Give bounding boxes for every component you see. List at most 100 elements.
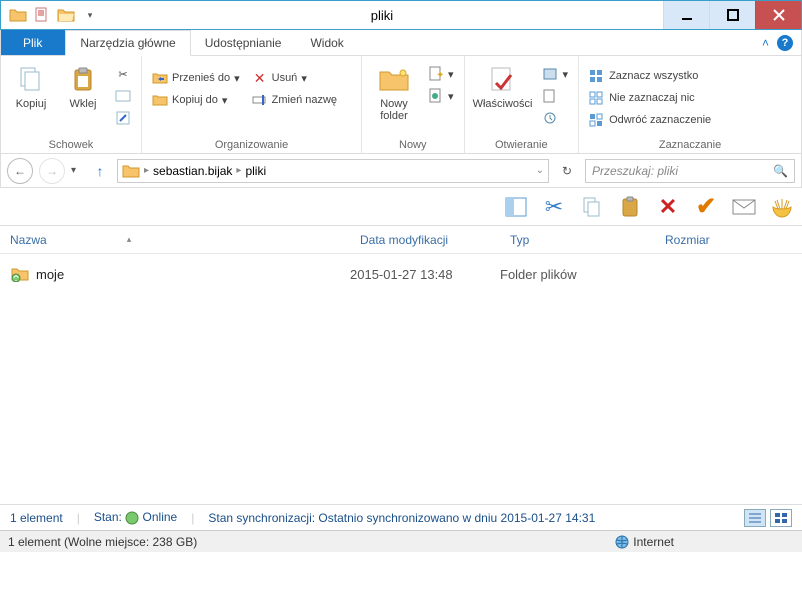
check-icon[interactable]: ✔ [694,195,718,219]
window-controls [663,1,801,29]
edit-icon [543,88,559,104]
file-date: 2015-01-27 13:48 [350,267,500,282]
rename-button[interactable]: Zmień nazwę [248,90,341,110]
file-row[interactable]: moje 2015-01-27 13:48 Folder plików [10,262,792,286]
icons-view-button[interactable] [770,509,792,527]
close-button[interactable] [755,1,801,29]
rename-icon [252,92,268,108]
crumb-current[interactable]: pliki [245,164,266,178]
address-bar: ← → ▾ ↑ ▸ sebastian.bijak ▸ pliki ⌄ ↻ Pr… [0,154,802,188]
invert-icon [589,112,605,128]
ribbon-tabs: Plik Narzędzia główne Udostępnianie Wido… [0,30,802,56]
paste-button[interactable]: Wklej [59,60,107,110]
tab-share[interactable]: Udostępnianie [191,30,297,55]
scissors-icon: ✂ [115,66,131,82]
sort-asc-icon: ▴ [127,234,132,245]
open-folder-icon[interactable] [55,4,77,26]
copy-button[interactable]: Kopiuj [7,60,55,110]
panes-icon[interactable] [504,195,528,219]
paste-shortcut-button[interactable] [111,108,135,128]
select-all-icon [589,68,605,84]
quick-access-toolbar: ▾ [1,4,101,26]
easy-access-icon [428,88,444,104]
edit-button[interactable] [539,86,573,106]
help-icon[interactable]: ? [777,35,793,51]
ribbon: Kopiuj Wklej ✂ Schowek Przenieś do ▾ Kop… [0,56,802,154]
properties-check-icon [487,64,519,96]
minimize-button[interactable] [663,1,709,29]
tab-home[interactable]: Narzędzia główne [65,30,190,56]
state-block: Stan: Online [94,510,177,525]
new-folder-button[interactable]: Nowy folder [368,60,420,122]
view-toggles [744,509,792,527]
invert-selection-button[interactable]: Odwróć zaznaczenie [585,110,715,130]
collapse-ribbon-icon[interactable]: ˄ [762,36,769,50]
crumb-parent[interactable]: sebastian.bijak [153,164,232,178]
status-bar-bottom: 1 element (Wolne miejsce: 238 GB) Intern… [0,530,802,552]
properties-icon[interactable] [31,4,53,26]
path-icon [115,88,131,104]
refresh-button[interactable]: ↻ [555,159,579,183]
ribbon-group-organize: Przenieś do ▾ Kopiuj do ▾ ✕Usuń ▾ Zmień … [142,56,362,153]
up-button[interactable]: ↑ [89,160,111,182]
details-view-button[interactable] [744,509,766,527]
copy-to-icon [152,92,168,108]
delete-x-icon[interactable]: ✕ [656,195,680,219]
file-name: moje [36,267,350,282]
secondary-toolbar: ✂ ✕ ✔ [0,188,802,226]
paste-icon [67,64,99,96]
history-dropdown[interactable]: ▾ [71,165,83,176]
open-button[interactable]: ▾ [539,64,573,84]
forward-button[interactable]: → [39,158,65,184]
column-name[interactable]: Nazwa▴ [0,226,350,253]
properties-button[interactable]: Właściwości [471,60,535,110]
chevron-right-icon[interactable]: ▸ [144,165,149,176]
back-button[interactable]: ← [7,158,33,184]
breadcrumb-dropdown-icon[interactable]: ⌄ [536,165,544,176]
ribbon-group-clipboard: Kopiuj Wklej ✂ Schowek [1,56,142,153]
column-date[interactable]: Data modyfikacji [350,226,500,253]
folder-glyph-icon [122,163,140,179]
folder-icon[interactable] [7,4,29,26]
new-item-icon: ✦ [428,66,444,82]
copy-to-button[interactable]: Kopiuj do ▾ [148,90,244,110]
tab-file[interactable]: Plik [1,30,65,55]
cut-icon[interactable]: ✂ [542,195,566,219]
search-placeholder: Przeszukaj: pliki [592,164,678,178]
breadcrumb[interactable]: ▸ sebastian.bijak ▸ pliki ⌄ [117,159,549,183]
move-icon [152,70,168,86]
new-item-button[interactable]: ✦▾ [424,64,458,84]
move-to-button[interactable]: Przenieś do ▾ [148,68,244,88]
column-type[interactable]: Typ [500,226,655,253]
status-bar: 1 element | Stan: Online | Stan synchron… [0,504,802,530]
open-icon [543,66,559,82]
select-all-button[interactable]: Zaznacz wszystko [585,66,715,86]
easy-access-button[interactable]: ▾ [424,86,458,106]
copy-path-button[interactable] [111,86,135,106]
copy-small-icon[interactable] [580,195,604,219]
maximize-button[interactable] [709,1,755,29]
delete-button[interactable]: ✕Usuń ▾ [248,68,341,88]
security-zone: Internet [615,535,794,549]
shell-icon[interactable] [770,195,794,219]
file-list: moje 2015-01-27 13:48 Folder plików [0,254,802,504]
chevron-right-icon[interactable]: ▸ [236,165,241,176]
qat-dropdown-icon[interactable]: ▾ [79,4,101,26]
ribbon-group-open: Właściwości ▾ Otwieranie [465,56,580,153]
svg-text:✦: ✦ [436,70,443,81]
select-none-button[interactable]: Nie zaznaczaj nic [585,88,715,108]
folder-sync-icon [10,266,30,282]
tab-view[interactable]: Widok [296,30,358,55]
online-icon [125,511,139,525]
search-icon: 🔍 [773,164,788,178]
column-size[interactable]: Rozmiar [655,226,755,253]
history-button[interactable] [539,108,573,128]
ribbon-group-select: Zaznacz wszystko Nie zaznaczaj nic Odwró… [579,56,801,153]
search-input[interactable]: Przeszukaj: pliki 🔍 [585,159,795,183]
folder-sparkle-icon [378,64,410,96]
clipboard-icon[interactable] [618,195,642,219]
history-icon [543,110,559,126]
cut-button[interactable]: ✂ [111,64,135,84]
shortcut-icon [115,110,131,126]
mail-icon[interactable] [732,195,756,219]
